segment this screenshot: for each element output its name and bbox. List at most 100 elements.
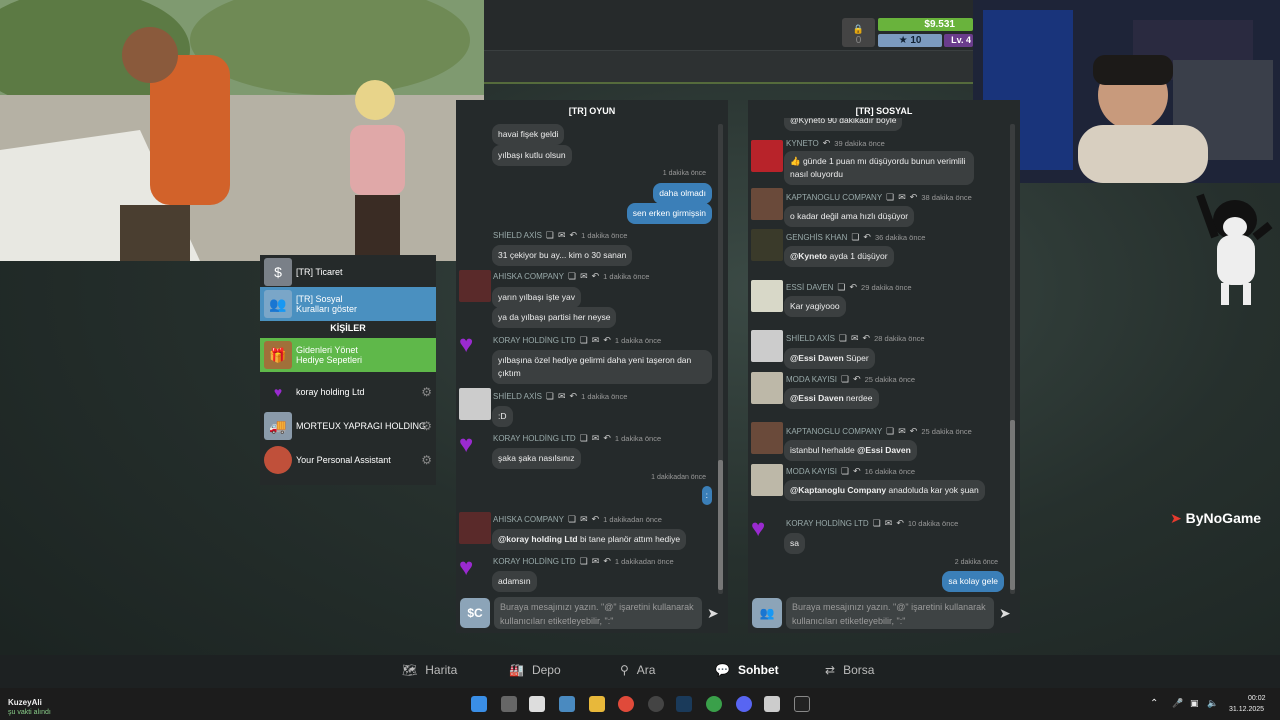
gear-icon[interactable]: ⚙ xyxy=(421,419,432,433)
reply-icon: ↶ xyxy=(822,138,831,148)
nav-ara[interactable]: ⚲ Ara xyxy=(620,663,655,677)
reply-icon: ↶ xyxy=(896,518,904,528)
photos-icon[interactable] xyxy=(559,696,575,712)
channel-item-sosyal[interactable]: 👥 [TR] Sosyal Kuralları göster xyxy=(260,287,436,321)
message-meta: KORAY HOLDİNG LTD ❏ ✉ ↶ 1 dakika önce xyxy=(493,433,662,443)
volume-icon[interactable]: 🔈 xyxy=(1207,698,1218,709)
taskbar-user[interactable]: KuzeyAli xyxy=(8,698,42,707)
rules-link[interactable]: Kuralları göster xyxy=(296,304,357,314)
avatar[interactable] xyxy=(751,140,783,172)
mail-icon: ✉ xyxy=(591,433,600,443)
nav-borsa[interactable]: ⇄ Borsa xyxy=(825,663,874,677)
gear-icon[interactable]: ⚙ xyxy=(421,385,432,399)
money-display: $9.531 xyxy=(878,18,973,31)
mail-icon: ✉ xyxy=(851,333,859,343)
chat-title: [TR] SOSYAL xyxy=(855,106,913,116)
copy-icon: ❏ xyxy=(851,232,860,242)
chrome-alt-icon[interactable] xyxy=(706,696,722,712)
mail-icon: ✉ xyxy=(898,192,906,202)
map-icon: 🗺 xyxy=(402,663,418,677)
avatar[interactable] xyxy=(751,422,783,454)
media-icon[interactable] xyxy=(764,696,780,712)
steam-icon[interactable] xyxy=(676,696,692,712)
task-view-icon[interactable] xyxy=(501,696,517,712)
avatar[interactable] xyxy=(459,270,491,302)
heart-avatar[interactable]: ♥ xyxy=(459,331,491,363)
mic-icon[interactable]: 🎤 xyxy=(1172,698,1183,709)
message-meta: SHİELD AXİS ❏ ✉ ↶ 1 dakika önce xyxy=(493,230,628,240)
mail-icon: ✉ xyxy=(558,391,566,401)
warehouse-icon: 🏭 xyxy=(509,663,524,677)
gift-icon: 🎁 xyxy=(264,341,292,369)
clock-date[interactable]: 31.12.2025 xyxy=(1229,706,1264,713)
copy-icon: ❏ xyxy=(886,192,895,202)
windows-start-icon[interactable] xyxy=(471,696,487,712)
avatar[interactable] xyxy=(751,229,783,261)
message-bubble: Kar yagiyooo xyxy=(784,296,846,317)
scrollbar-thumb[interactable] xyxy=(1010,420,1015,590)
message-bubble: yarın yılbaşı işte yav xyxy=(492,287,582,308)
heart-avatar[interactable]: ♥ xyxy=(459,431,491,463)
avatar[interactable] xyxy=(751,330,783,362)
copy-icon: ❏ xyxy=(872,518,881,528)
message-meta: KORAY HOLDİNG LTD ❏ ✉ ↶ 1 dakika önce xyxy=(493,335,662,345)
message-bubble: yılbaşı kutlu olsun xyxy=(492,145,572,166)
avatar[interactable] xyxy=(751,464,783,496)
heart-icon: ♥ xyxy=(273,384,283,400)
message-list[interactable]: @Kyneto 90 dakikadır böyle KYNETO ↶ 39 dak… xyxy=(748,118,1020,598)
message-bubble: istanbul herhalde @Essi Daven xyxy=(784,440,917,461)
timestamp: 2 dakika önce xyxy=(954,559,998,566)
scrollbar-thumb[interactable] xyxy=(718,460,723,590)
locked-slot[interactable]: 🔒 0 xyxy=(842,18,875,47)
reply-icon: ↶ xyxy=(603,433,611,443)
channel-panel: $ [TR] Ticaret 👥 [TR] Sosyal Kuralları g… xyxy=(260,255,436,485)
message-meta: ESSİ DAVEN ❏ ↶ 29 dakika önce xyxy=(786,282,912,292)
stars-display: ★ 10 xyxy=(878,34,942,47)
avatar[interactable] xyxy=(751,280,783,312)
brand-logo: ➤ ByNoGame xyxy=(1170,510,1262,526)
dollar-icon: $ xyxy=(264,258,292,286)
message-list[interactable]: havai fişek geldi yılbaşı kutlu olsun 1 … xyxy=(456,118,728,598)
avatar[interactable] xyxy=(751,188,783,220)
folder-icon[interactable] xyxy=(589,696,605,712)
avatar[interactable] xyxy=(459,388,491,420)
heart-avatar[interactable]: ♥ xyxy=(459,554,491,586)
people-item-manage[interactable]: 🎁 Gidenleri Yönet Hediye Sepetleri xyxy=(260,338,436,372)
own-message-bubble: : xyxy=(701,486,712,505)
channel-item-ticaret[interactable]: $ [TR] Ticaret xyxy=(260,255,436,289)
send-icon[interactable]: ➤ xyxy=(999,605,1011,622)
obs-icon[interactable] xyxy=(648,696,664,712)
heart-avatar[interactable]: ♥ xyxy=(751,515,783,547)
nav-depo[interactable]: 🏭 Depo xyxy=(509,663,561,677)
gear-icon[interactable]: ⚙ xyxy=(421,453,432,467)
reply-icon: ↶ xyxy=(603,335,611,345)
nav-harita[interactable]: 🗺 Harita xyxy=(402,663,457,677)
game-icon[interactable] xyxy=(794,696,810,712)
chrome-icon[interactable] xyxy=(618,696,634,712)
avatar[interactable] xyxy=(751,372,783,404)
people-item-koray[interactable]: ♥ koray holding Ltd ⚙ xyxy=(260,375,436,409)
brand-icon: ➤ xyxy=(1170,510,1182,526)
app-icon[interactable] xyxy=(529,696,545,712)
people-item-morteux[interactable]: 🚚 MORTEUX YAPRAGI HOLDING ⚙ xyxy=(260,409,436,443)
video-overlay xyxy=(0,0,484,261)
chevron-up-icon[interactable]: ⌃ xyxy=(1150,698,1158,709)
network-icon[interactable]: ▣ xyxy=(1190,698,1199,709)
nav-sohbet[interactable]: 💬 Sohbet xyxy=(715,663,779,677)
message-input[interactable]: Buraya mesajınızı yazın. "@" işaretini k… xyxy=(786,597,994,629)
mail-icon: ✉ xyxy=(591,556,600,566)
taskbar-user-status: şu vakti alındı xyxy=(8,709,51,716)
message-meta: KYNETO ↶ 39 dakika önce xyxy=(786,138,885,148)
discord-icon[interactable] xyxy=(736,696,752,712)
copy-icon: ❏ xyxy=(838,333,847,343)
chat-panel-oyun: [TR] OYUN havai fişek geldi yılbaşı kutl… xyxy=(456,100,728,633)
people-icon: 👥 xyxy=(752,598,782,628)
message-bubble: yılbaşına özel hediye gelirmi daha yeni … xyxy=(492,350,712,384)
avatar[interactable] xyxy=(459,512,491,544)
send-icon[interactable]: ➤ xyxy=(707,605,719,622)
people-item-assistant[interactable]: Your Personal Assistant ⚙ xyxy=(260,443,436,477)
message-input[interactable]: Buraya mesajınızı yazın. "@" işaretini k… xyxy=(494,597,702,629)
company-avatar: $C xyxy=(460,598,490,628)
clock-time[interactable]: 00:02 xyxy=(1248,695,1266,702)
exchange-icon: ⇄ xyxy=(825,663,836,677)
